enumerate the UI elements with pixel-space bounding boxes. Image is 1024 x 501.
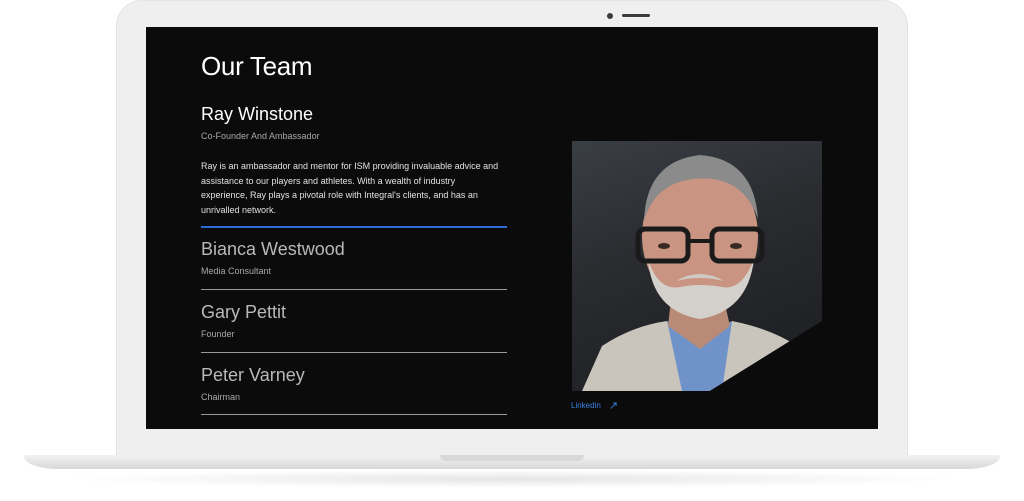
team-member-gary-pettit[interactable]: Gary Pettit Founder	[201, 302, 507, 339]
member-role: Chairman	[201, 392, 241, 402]
member-bio: Ray is an ambassador and mentor for ISM …	[201, 161, 499, 215]
team-section: Our Team Ray Winstone Co-Founder And Amb…	[146, 27, 878, 429]
camera-icon	[607, 13, 613, 19]
section-title: Our Team	[201, 51, 313, 81]
member-name: Ray Winstone	[201, 104, 314, 124]
arrow-up-right-icon: ↗	[608, 400, 619, 412]
linkedin-link[interactable]: Linkedin ↗	[571, 399, 618, 412]
team-member-active[interactable]: Ray Winstone Co-Founder And Ambassador R…	[201, 104, 507, 217]
active-divider	[201, 226, 507, 228]
divider	[201, 352, 507, 353]
team-member-bianca-westwood[interactable]: Bianca Westwood Media Consultant	[201, 239, 507, 276]
member-portrait	[572, 141, 822, 391]
linkedin-label: Linkedin	[571, 401, 601, 410]
speaker-grille	[622, 14, 650, 17]
divider	[201, 414, 507, 415]
portrait-illustration	[582, 155, 817, 391]
member-name: Peter Varney	[201, 365, 305, 385]
member-name: Gary Pettit	[201, 302, 287, 322]
laptop-shadow	[60, 470, 964, 488]
member-name: Bianca Westwood	[201, 239, 345, 259]
divider	[201, 289, 507, 290]
member-role: Founder	[201, 329, 235, 339]
team-member-peter-varney[interactable]: Peter Varney Chairman	[201, 365, 507, 402]
member-role: Co-Founder And Ambassador	[201, 131, 320, 141]
laptop-notch	[440, 455, 584, 461]
member-role: Media Consultant	[201, 266, 272, 276]
